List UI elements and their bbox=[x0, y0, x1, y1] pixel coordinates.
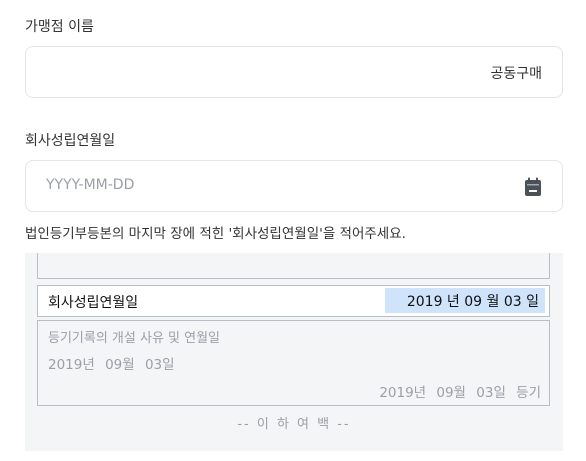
founding-date-field[interactable]: YYYY-MM-DD bbox=[25, 160, 563, 212]
founding-date-label: 회사성립연월일 bbox=[25, 133, 116, 149]
document-registry-row: 등기기록의 개설 사유 및 연월일 2019년 09월 03일 2019년 09… bbox=[37, 320, 550, 406]
document-end-marker: -- 이 하 여 백 -- bbox=[237, 417, 351, 432]
registry-date: 2019년 09월 03일 bbox=[48, 357, 175, 373]
document-founding-row: 회사성립연월일 2019 년 09 월 03 일 bbox=[37, 285, 550, 317]
founding-date-placeholder: YYYY-MM-DD bbox=[46, 177, 135, 193]
registry-date-registered: 2019년 09월 03일 등기 bbox=[379, 385, 541, 401]
document-highlighted-date: 2019 년 09 월 03 일 bbox=[385, 288, 545, 313]
document-top-box bbox=[37, 253, 550, 279]
calendar-icon[interactable] bbox=[524, 177, 542, 197]
registry-title: 등기기록의 개설 사유 및 연월일 bbox=[48, 331, 221, 346]
store-name-label: 가맹점 이름 bbox=[25, 19, 94, 35]
document-row-label: 회사성립연월일 bbox=[48, 295, 139, 311]
registry-document-example: 회사성립연월일 2019 년 09 월 03 일 등기기록의 개설 사유 및 연… bbox=[25, 253, 563, 451]
store-name-field[interactable]: 공동구매 bbox=[25, 46, 563, 98]
founding-date-help-text: 법인등기부등본의 마지막 장에 적힌 '회사성립연월일'을 적어주세요. bbox=[25, 226, 406, 242]
store-name-value: 공동구매 bbox=[490, 66, 542, 82]
